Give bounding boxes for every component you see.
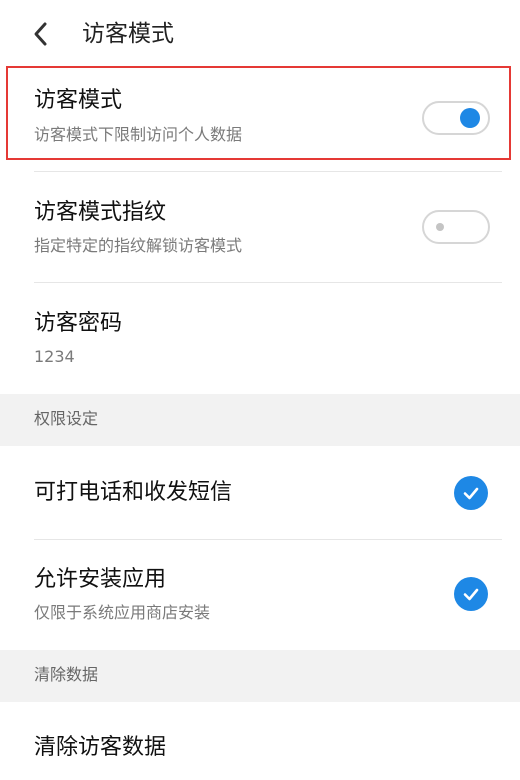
section-label: 清除数据 [34,665,99,684]
guest-password-title: 访客密码 [34,311,123,336]
install-apps-checkbox[interactable] [454,577,488,611]
guest-fingerprint-subtitle: 指定特定的指纹解锁访客模式 [34,236,243,255]
install-apps-subtitle: 仅限于系统应用商店安装 [34,603,211,622]
calls-sms-title: 可打电话和收发短信 [34,480,233,505]
clear-guest-data-row[interactable]: 清除访客数据 [0,702,520,780]
calls-sms-checkbox[interactable] [454,476,488,510]
guest-mode-subtitle: 访客模式下限制访问个人数据 [34,125,243,144]
section-header-permissions: 权限设定 [0,394,520,446]
clear-guest-data-title: 清除访客数据 [34,735,167,760]
app-header: 访客模式 [0,0,520,66]
checkmark-icon [463,588,479,601]
section-label: 权限设定 [34,409,99,428]
chevron-left-icon [34,22,47,46]
guest-fingerprint-row[interactable]: 访客模式指纹 指定特定的指纹解锁访客模式 [0,172,520,283]
guest-password-row[interactable]: 访客密码 1234 [0,283,520,394]
guest-fingerprint-toggle[interactable] [422,210,490,244]
page-title: 访客模式 [82,21,174,47]
guest-mode-row[interactable]: 访客模式 访客模式下限制访问个人数据 [0,66,520,172]
guest-mode-toggle[interactable] [422,101,490,135]
back-button[interactable] [26,19,56,49]
section-header-clear-data: 清除数据 [0,650,520,702]
toggle-knob [460,108,480,128]
install-apps-title: 允许安装应用 [34,567,167,592]
guest-password-value: 1234 [34,347,75,366]
install-apps-row[interactable]: 允许安装应用 仅限于系统应用商店安装 [0,540,520,650]
guest-fingerprint-title: 访客模式指纹 [34,200,167,225]
guest-mode-title: 访客模式 [34,88,123,113]
checkmark-icon [463,487,479,500]
calls-sms-row[interactable]: 可打电话和收发短信 [0,446,520,540]
toggle-knob [436,223,444,231]
